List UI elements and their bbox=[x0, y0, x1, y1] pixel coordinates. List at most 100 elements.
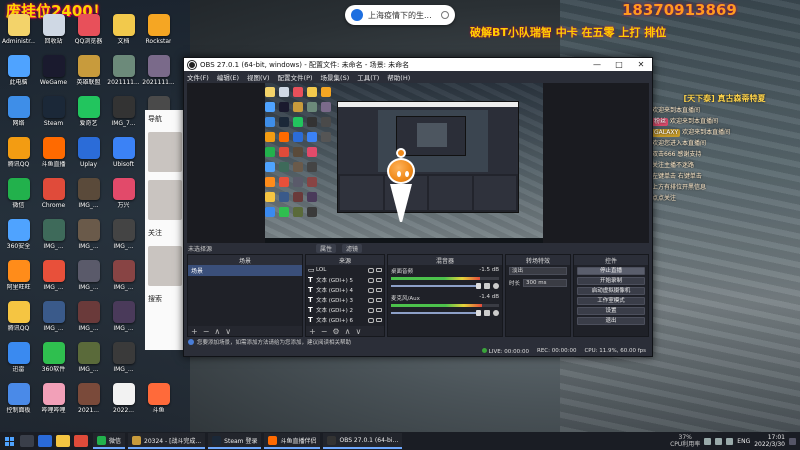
properties-button[interactable]: 属性 bbox=[316, 244, 337, 253]
lock-icon[interactable] bbox=[376, 278, 382, 282]
start-button[interactable] bbox=[0, 432, 18, 450]
menu-item[interactable]: 文件(F) bbox=[187, 72, 209, 82]
side-panel-follow[interactable]: 关注 bbox=[148, 228, 182, 238]
desktop-icon[interactable]: 迅雷 bbox=[2, 342, 35, 383]
lock-icon[interactable] bbox=[376, 308, 382, 312]
volume-slider-knob[interactable] bbox=[476, 310, 481, 316]
remove-icon[interactable]: − bbox=[321, 327, 328, 336]
eye-icon[interactable] bbox=[368, 267, 374, 273]
gear-icon[interactable] bbox=[493, 283, 499, 289]
side-panel-nav[interactable]: 导航 bbox=[148, 114, 182, 124]
desktop-icon[interactable]: WeGame bbox=[37, 55, 70, 96]
lock-icon[interactable] bbox=[376, 298, 382, 302]
volume-slider-knob[interactable] bbox=[476, 283, 481, 289]
taskbar-app[interactable]: OBS 27.0.1 (64-bi... bbox=[323, 433, 403, 449]
volume-slider[interactable] bbox=[391, 310, 481, 316]
desktop-icon[interactable]: IMG_... bbox=[72, 260, 105, 301]
desktop-icon[interactable]: IMG_... bbox=[37, 301, 70, 342]
move-up-icon[interactable]: ∧ bbox=[214, 327, 220, 336]
chevron-up-icon[interactable] bbox=[704, 437, 712, 445]
desktop-icon[interactable]: 哔哩哔哩 bbox=[37, 383, 70, 424]
source-row[interactable]: T 文本 (GDI+) 2 bbox=[306, 305, 384, 315]
speaker-icon[interactable] bbox=[484, 310, 490, 316]
source-row[interactable]: T 文本 (GDI+) 5 bbox=[306, 275, 384, 285]
language-indicator[interactable]: ENG bbox=[737, 438, 750, 445]
desktop-icon[interactable]: 英雄联盟 bbox=[72, 55, 105, 96]
remove-icon[interactable]: − bbox=[203, 327, 210, 336]
duration-input[interactable]: 300 ms bbox=[523, 279, 567, 287]
desktop-icon[interactable]: Administr... bbox=[2, 14, 35, 55]
obs-titlebar[interactable]: OBS 27.0.1 (64-bit, windows) - 配置文件: 未命名… bbox=[184, 58, 652, 71]
notification-icon[interactable] bbox=[789, 437, 796, 445]
desktop-icon[interactable]: 此电脑 bbox=[2, 55, 35, 96]
desktop-icon[interactable]: 微信 bbox=[2, 178, 35, 219]
add-icon[interactable]: + bbox=[191, 327, 198, 336]
menu-item[interactable]: 配置文件(P) bbox=[278, 72, 313, 82]
desktop-icon[interactable]: IMG_... bbox=[72, 342, 105, 383]
desktop-icon[interactable]: IMG_... bbox=[107, 342, 140, 383]
eye-icon[interactable] bbox=[368, 277, 374, 283]
speaker-icon[interactable] bbox=[484, 283, 490, 289]
desktop-icon[interactable]: Rockstar bbox=[142, 14, 175, 55]
taskbar-app[interactable]: 斗鱼直播伴侣 bbox=[264, 433, 321, 449]
add-icon[interactable]: + bbox=[309, 327, 316, 336]
desktop-icon[interactable]: 2021111... bbox=[142, 55, 175, 96]
desktop-icon[interactable]: 爱奇艺 bbox=[72, 96, 105, 137]
clock[interactable]: 17:01 2022/3/30 bbox=[754, 434, 785, 448]
source-row[interactable]: T 文本 (GDI+) 3 bbox=[306, 295, 384, 305]
desktop-icon[interactable]: 腾讯QQ bbox=[2, 301, 35, 342]
scene-item[interactable]: 场景 bbox=[188, 265, 302, 276]
control-button[interactable]: 工作室模式 bbox=[577, 297, 645, 305]
lock-icon[interactable] bbox=[376, 288, 382, 292]
desktop-icon[interactable]: IMG_... bbox=[107, 260, 140, 301]
desktop-icon[interactable]: 斗鱼直播 bbox=[37, 137, 70, 178]
desktop-icon[interactable]: 回收站 bbox=[37, 14, 70, 55]
control-button[interactable]: 启动虚拟摄像机 bbox=[577, 287, 645, 295]
move-down-icon[interactable]: ∨ bbox=[355, 327, 361, 336]
control-button[interactable]: 开始录制 bbox=[577, 277, 645, 285]
desktop-icon[interactable]: Ubisoft bbox=[107, 137, 140, 178]
obs-preview[interactable] bbox=[187, 83, 649, 243]
desktop-icon[interactable]: 网络 bbox=[2, 96, 35, 137]
control-button[interactable]: 设置 bbox=[577, 307, 645, 315]
desktop-icon[interactable]: Steam bbox=[37, 96, 70, 137]
gear-icon[interactable] bbox=[493, 310, 499, 316]
move-down-icon[interactable]: ∨ bbox=[225, 327, 231, 336]
source-row[interactable]: T 文本 (GDI+) 4 bbox=[306, 285, 384, 295]
desktop-icon[interactable]: QQ浏览器 bbox=[72, 14, 105, 55]
desktop-icon[interactable]: IMG_... bbox=[37, 260, 70, 301]
close-icon[interactable]: ✕ bbox=[630, 58, 652, 71]
desktop-icon[interactable]: IMG_... bbox=[37, 219, 70, 260]
desktop-icon[interactable]: Uplay bbox=[72, 137, 105, 178]
eye-icon[interactable] bbox=[368, 307, 374, 313]
desktop-icon[interactable]: 2021111... bbox=[107, 55, 140, 96]
source-row[interactable]: T文本 (GDI+) bbox=[306, 325, 384, 326]
control-button[interactable]: 退出 bbox=[577, 317, 645, 325]
transition-select[interactable]: 淡出 bbox=[509, 267, 567, 275]
desktop-icon[interactable]: Chrome bbox=[37, 178, 70, 219]
source-row[interactable]: T 文本 (GDI+) 6 bbox=[306, 315, 384, 325]
desktop-icon[interactable]: 360安全 bbox=[2, 219, 35, 260]
gear-icon[interactable]: ⚙ bbox=[332, 327, 339, 336]
desktop-icon[interactable]: IMG_... bbox=[72, 178, 105, 219]
desktop-icon[interactable]: 2021... bbox=[72, 383, 105, 424]
desktop-icon[interactable]: IMG_... bbox=[107, 219, 140, 260]
task-view-icon[interactable] bbox=[38, 435, 52, 447]
menu-item[interactable]: 工具(T) bbox=[357, 72, 379, 82]
desktop-icon[interactable]: IMG_... bbox=[72, 301, 105, 342]
taskbar-app[interactable]: 20324 - [战斗完成... bbox=[128, 433, 206, 449]
volume-icon[interactable] bbox=[726, 437, 734, 445]
eye-icon[interactable] bbox=[368, 297, 374, 303]
taskbar-app[interactable]: 微信 bbox=[93, 433, 126, 449]
search-pill[interactable]: 上海疫情下的生... bbox=[345, 5, 455, 25]
menu-item[interactable]: 帮助(H) bbox=[387, 72, 410, 82]
desktop-icon[interactable]: 阿里旺旺 bbox=[2, 260, 35, 301]
menu-item[interactable]: 视图(V) bbox=[247, 72, 270, 82]
desktop-icon[interactable]: 控制面板 bbox=[2, 383, 35, 424]
desktop-icon[interactable]: 腾讯QQ bbox=[2, 137, 35, 178]
menu-item[interactable]: 编辑(E) bbox=[217, 72, 239, 82]
desktop-icon[interactable]: IMG_... bbox=[72, 219, 105, 260]
desktop-icon[interactable]: 斗鱼 bbox=[142, 383, 175, 424]
desktop-icon[interactable]: 文档 bbox=[107, 14, 140, 55]
search-icon[interactable] bbox=[20, 435, 34, 447]
